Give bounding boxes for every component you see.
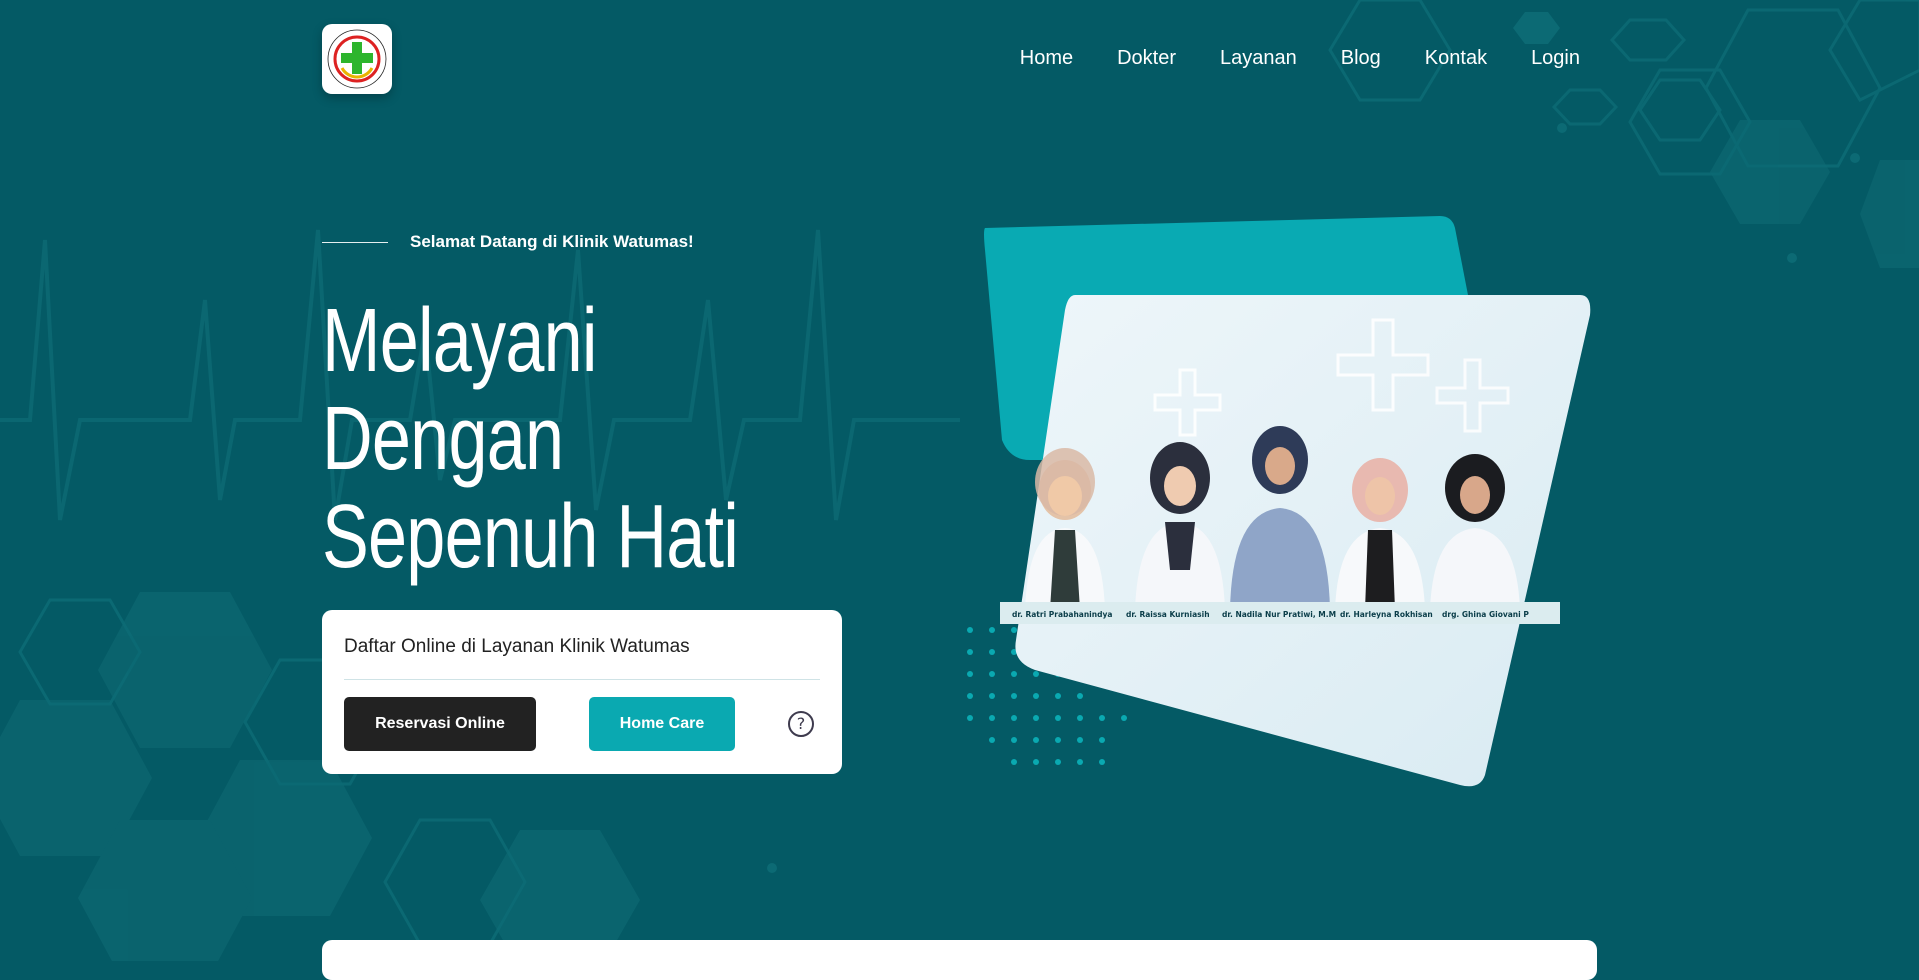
doctor-name-tag: dr. Harleyna Rokhisan [1340, 610, 1433, 619]
nav-login[interactable]: Login [1531, 44, 1580, 72]
question-circle-icon[interactable]: ? [788, 711, 814, 737]
clinic-logo[interactable] [322, 24, 392, 94]
hero-title-line: Dengan [322, 389, 564, 489]
doctor-name-tag: dr. Raissa Kurniasih [1126, 610, 1210, 619]
content-section-card [322, 940, 1597, 980]
nav-layanan[interactable]: Layanan [1220, 44, 1297, 72]
home-care-button[interactable]: Home Care [589, 697, 735, 751]
hero-title-line: Melayani [322, 291, 597, 391]
nav-kontak[interactable]: Kontak [1425, 44, 1487, 72]
main-navigation: Home Dokter Layanan Blog Kontak Login [1020, 44, 1580, 72]
nav-dokter[interactable]: Dokter [1117, 44, 1176, 72]
reservation-title: Daftar Online di Layanan Klinik Watumas [344, 636, 690, 657]
reservation-divider [344, 679, 820, 680]
hero-doctors-visual: dr. Ratri Prabahanindya dr. Raissa Kurni… [967, 216, 1591, 787]
nav-blog[interactable]: Blog [1341, 44, 1381, 72]
reservation-card: Daftar Online di Layanan Klinik Watumas … [322, 610, 842, 774]
doctor-name-tag: drg. Ghina Giovani P [1442, 610, 1529, 619]
nav-home[interactable]: Home [1020, 44, 1073, 72]
doctor-name-tag: dr. Ratri Prabahanindya [1012, 610, 1112, 619]
doctor-name-tag: dr. Nadila Nur Pratiwi, M.M [1222, 610, 1336, 619]
hero-title: Melayani Dengan Sepenuh Hati [322, 291, 739, 587]
navbar: Home Dokter Layanan Blog Kontak Login [0, 0, 1919, 116]
clinic-logo-emblem-icon [327, 29, 387, 89]
welcome-divider [322, 241, 388, 243]
welcome-text: Selamat Datang di Klinik Watumas! [410, 232, 694, 251]
welcome-row: Selamat Datang di Klinik Watumas! [322, 232, 694, 252]
reservasi-online-button[interactable]: Reservasi Online [344, 697, 536, 751]
hero-title-line: Sepenuh Hati [322, 487, 739, 587]
